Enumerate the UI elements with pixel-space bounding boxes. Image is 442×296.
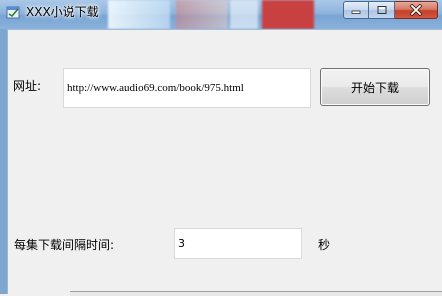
minimize-button[interactable] — [343, 1, 369, 19]
glass-reflection — [230, 0, 258, 29]
interval-label: 每集下载间隔时间: — [14, 238, 115, 252]
minimize-icon — [351, 10, 361, 14]
glass-reflection — [262, 0, 314, 29]
close-icon — [409, 4, 423, 16]
client-area: 网址: 开始下载 每集下载间隔时间: 秒 — [7, 29, 442, 296]
app-window: XXX小说下载 网址: 开始下 — [0, 0, 442, 296]
maximize-button[interactable] — [369, 1, 395, 19]
caption-buttons — [343, 1, 438, 19]
maximize-icon — [377, 6, 386, 14]
window-title: XXX小说下载 — [26, 5, 99, 19]
app-icon[interactable] — [6, 5, 21, 20]
url-input[interactable] — [63, 68, 311, 108]
start-download-button[interactable]: 开始下载 — [320, 68, 430, 106]
glass-reflection — [108, 0, 170, 29]
glass-reflection — [176, 0, 228, 29]
interval-input[interactable] — [174, 228, 302, 259]
interval-unit-label: 秒 — [318, 238, 331, 252]
title-bar[interactable]: XXX小说下载 — [0, 0, 442, 29]
close-button[interactable] — [395, 1, 438, 19]
url-label: 网址: — [13, 79, 42, 93]
